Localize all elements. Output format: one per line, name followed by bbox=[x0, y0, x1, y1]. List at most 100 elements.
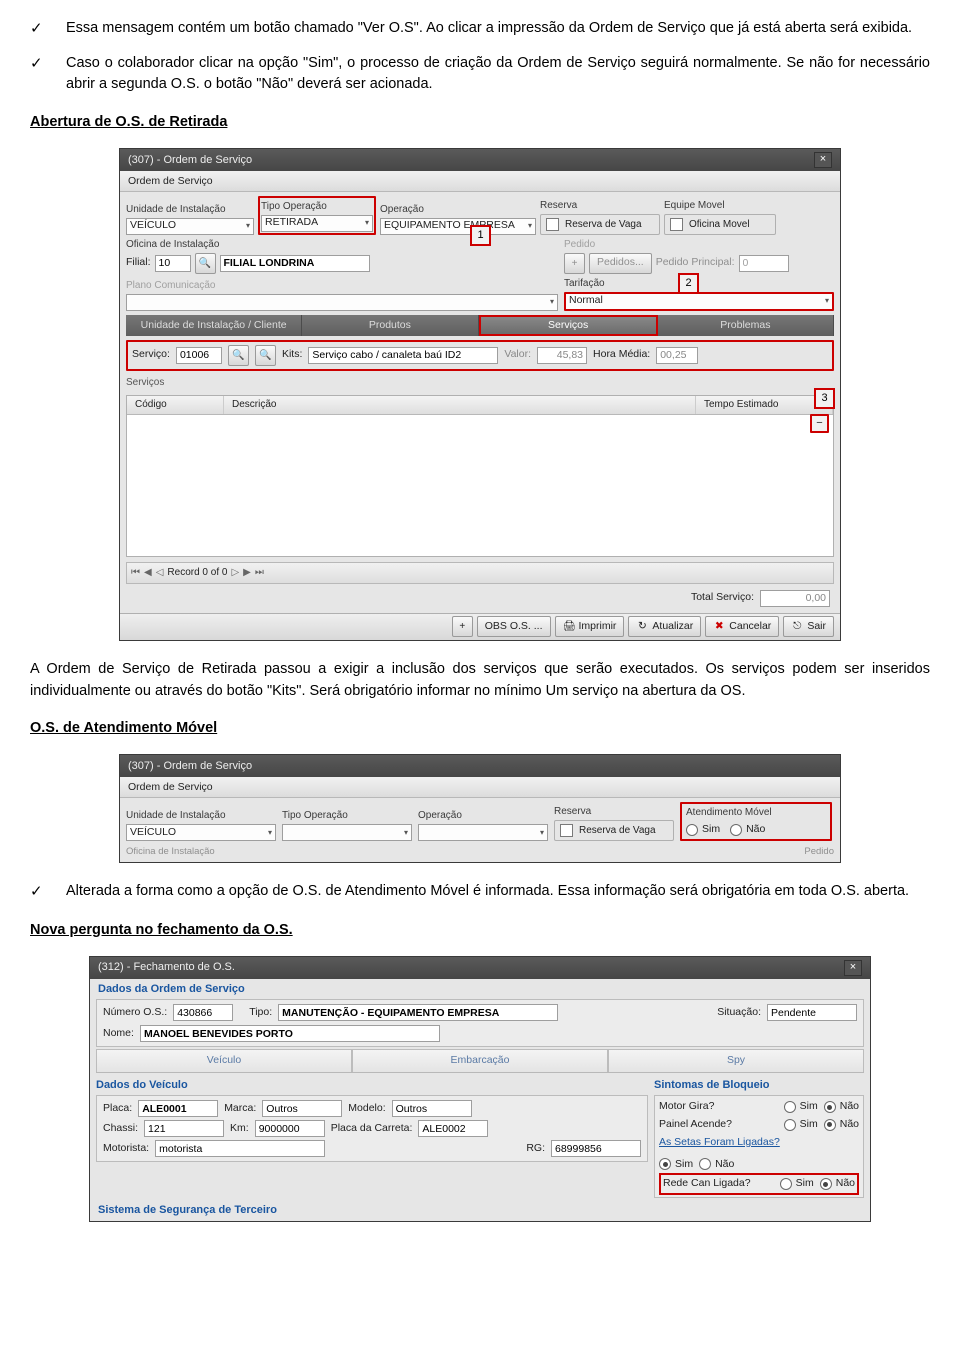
rg-input[interactable] bbox=[551, 1140, 641, 1157]
chassi-input[interactable] bbox=[144, 1120, 224, 1137]
tab-strip: Unidade de Instalação / Cliente Produtos… bbox=[126, 315, 834, 336]
field-unidade-instalacao: Unidade de InstalaçãoVEÍCULO▾ bbox=[126, 202, 254, 235]
total-input bbox=[760, 590, 830, 607]
numero-os-input[interactable] bbox=[173, 1004, 233, 1021]
radio-sim[interactable]: Sim bbox=[780, 1176, 814, 1192]
motorista-input[interactable] bbox=[155, 1140, 325, 1157]
plus-icon[interactable]: + bbox=[564, 253, 585, 274]
tab-servicos[interactable]: Serviços bbox=[479, 315, 658, 336]
field-tipo-operacao: Tipo OperaçãoRETIRADA▾ bbox=[258, 196, 376, 235]
menu-item[interactable]: Ordem de Serviço bbox=[128, 781, 213, 793]
radio-sim[interactable]: Sim bbox=[686, 822, 720, 838]
col-descricao: Descrição bbox=[224, 396, 696, 414]
tipo-operacao-select[interactable]: RETIRADA▾ bbox=[261, 215, 373, 232]
operacao-select[interactable]: EQUIPAMENTO EMPRESA▾ bbox=[380, 218, 536, 235]
q-motor-gira: Motor Gira? bbox=[659, 1099, 714, 1115]
pedido-principal-input[interactable] bbox=[739, 255, 789, 272]
chevron-down-icon: ▾ bbox=[825, 295, 829, 307]
tab-embarcacao[interactable]: Embarcação bbox=[352, 1049, 608, 1072]
search-icon[interactable]: 🔍 bbox=[255, 345, 276, 366]
tarifacao-select[interactable]: Normal▾ bbox=[564, 292, 834, 311]
tab-unidade-cliente[interactable]: Unidade de Instalação / Cliente bbox=[126, 315, 302, 336]
dados-ordem-heading: Dados da Ordem de Serviço bbox=[98, 981, 862, 998]
window-title: (312) - Fechamento de O.S. bbox=[98, 959, 235, 976]
atualizar-button[interactable]: ↻Atualizar bbox=[628, 616, 701, 637]
modelo-input[interactable] bbox=[392, 1100, 472, 1117]
kits-label: Kits: bbox=[282, 347, 302, 363]
radio-nao[interactable]: Não bbox=[824, 1117, 859, 1133]
plus-icon[interactable]: + bbox=[452, 616, 473, 637]
menu-bar[interactable]: Ordem de Serviço bbox=[120, 171, 840, 192]
tipo-operacao-select[interactable]: ▾ bbox=[282, 824, 412, 841]
radio-nao[interactable]: Não bbox=[824, 1099, 859, 1115]
next-icon[interactable]: ▷ bbox=[231, 565, 239, 580]
last-icon[interactable]: ⏭ bbox=[255, 565, 264, 580]
tabs-veiculo: Veículo Embarcação Spy bbox=[96, 1049, 864, 1073]
tab-veiculo[interactable]: Veículo bbox=[96, 1049, 352, 1072]
pedidos-button[interactable]: Pedidos... bbox=[589, 253, 652, 274]
unidade-select[interactable]: VEÍCULO▾ bbox=[126, 824, 276, 841]
check-icon: ✓ bbox=[30, 18, 50, 41]
prev-icon[interactable]: ◀ bbox=[144, 565, 152, 580]
imprimir-button[interactable]: 🖨Imprimir bbox=[555, 616, 625, 637]
tab-produtos[interactable]: Produtos bbox=[302, 315, 478, 336]
filial-input[interactable] bbox=[155, 255, 191, 272]
hora-media-input bbox=[656, 347, 698, 364]
oficina-label: Oficina de Instalação bbox=[126, 845, 215, 859]
tab-problemas[interactable]: Problemas bbox=[658, 315, 834, 336]
filial-nome-input[interactable] bbox=[220, 255, 370, 272]
motorista-label: Motorista: bbox=[103, 1141, 149, 1157]
radio-sim[interactable]: Sim bbox=[659, 1157, 693, 1173]
placa-carreta-input[interactable] bbox=[418, 1120, 488, 1137]
oficina-movel-checkbox[interactable] bbox=[670, 218, 683, 231]
search-icon[interactable]: 🔍 bbox=[195, 253, 216, 274]
callout-1: 1 bbox=[470, 225, 491, 246]
next-icon[interactable]: ▶ bbox=[243, 565, 251, 580]
menu-item[interactable]: Ordem de Serviço bbox=[128, 175, 213, 187]
prev-icon[interactable]: ◁ bbox=[156, 565, 164, 580]
field-operacao: OperaçãoEQUIPAMENTO EMPRESA▾ bbox=[380, 202, 536, 235]
servico-cod-input[interactable] bbox=[176, 347, 222, 364]
servicos-list: Código Descrição Tempo Estimado 3 − bbox=[126, 395, 834, 557]
plano-select[interactable]: ▾ bbox=[126, 294, 558, 311]
tipo-label: Tipo: bbox=[249, 1005, 272, 1021]
bullet-text: Alterada a forma como a opção de O.S. de… bbox=[66, 881, 930, 904]
search-icon[interactable]: 🔍 bbox=[228, 345, 249, 366]
minus-button[interactable]: − bbox=[810, 414, 829, 433]
field-atendimento-movel: Atendimento Móvel Sim Não bbox=[680, 802, 832, 841]
close-icon[interactable]: × bbox=[814, 152, 832, 168]
radio-nao[interactable]: Não bbox=[820, 1176, 855, 1192]
top-bullet-list: ✓ Essa mensagem contém um botão chamado … bbox=[30, 18, 930, 96]
radio-sim[interactable]: Sim bbox=[784, 1099, 818, 1115]
tab-spy[interactable]: Spy bbox=[608, 1049, 864, 1072]
hora-media-label: Hora Média: bbox=[593, 347, 650, 363]
reserva-checkbox[interactable] bbox=[546, 218, 559, 231]
record-count: Record 0 of 0 bbox=[167, 565, 227, 580]
obs-os-button[interactable]: OBS O.S. ... bbox=[477, 616, 551, 637]
unidade-select[interactable]: VEÍCULO▾ bbox=[126, 218, 254, 235]
record-navigator[interactable]: ⏮ ◀ ◁ Record 0 of 0 ▷ ▶ ⏭ bbox=[126, 562, 834, 584]
first-icon[interactable]: ⏮ bbox=[131, 565, 140, 580]
menu-bar[interactable]: Ordem de Serviço bbox=[120, 777, 840, 798]
close-icon[interactable]: × bbox=[844, 960, 862, 976]
servico-label: Serviço: bbox=[132, 347, 170, 363]
operacao-select[interactable]: ▾ bbox=[418, 824, 548, 841]
q-setas-ligadas[interactable]: As Setas Foram Ligadas? bbox=[659, 1135, 780, 1151]
servico-nome-input[interactable] bbox=[308, 347, 498, 364]
radio-nao[interactable]: Não bbox=[730, 822, 765, 838]
radio-nao[interactable]: Não bbox=[699, 1157, 734, 1173]
radio-sim[interactable]: Sim bbox=[784, 1117, 818, 1133]
check-icon: ✓ bbox=[30, 53, 50, 97]
marca-input[interactable] bbox=[262, 1100, 342, 1117]
nome-input[interactable] bbox=[140, 1025, 440, 1042]
cancelar-button[interactable]: ✖Cancelar bbox=[705, 616, 779, 637]
placa-input[interactable] bbox=[138, 1100, 218, 1117]
situacao-label: Situação: bbox=[717, 1005, 761, 1021]
reserva-checkbox[interactable] bbox=[560, 824, 573, 837]
km-label: Km: bbox=[230, 1121, 249, 1137]
situacao-input[interactable] bbox=[767, 1004, 857, 1021]
sair-button[interactable]: ⎋Sair bbox=[783, 616, 834, 637]
tipo-input[interactable] bbox=[278, 1004, 558, 1021]
km-input[interactable] bbox=[255, 1120, 325, 1137]
bullet-item: ✓ Caso o colaborador clicar na opção "Si… bbox=[30, 53, 930, 97]
